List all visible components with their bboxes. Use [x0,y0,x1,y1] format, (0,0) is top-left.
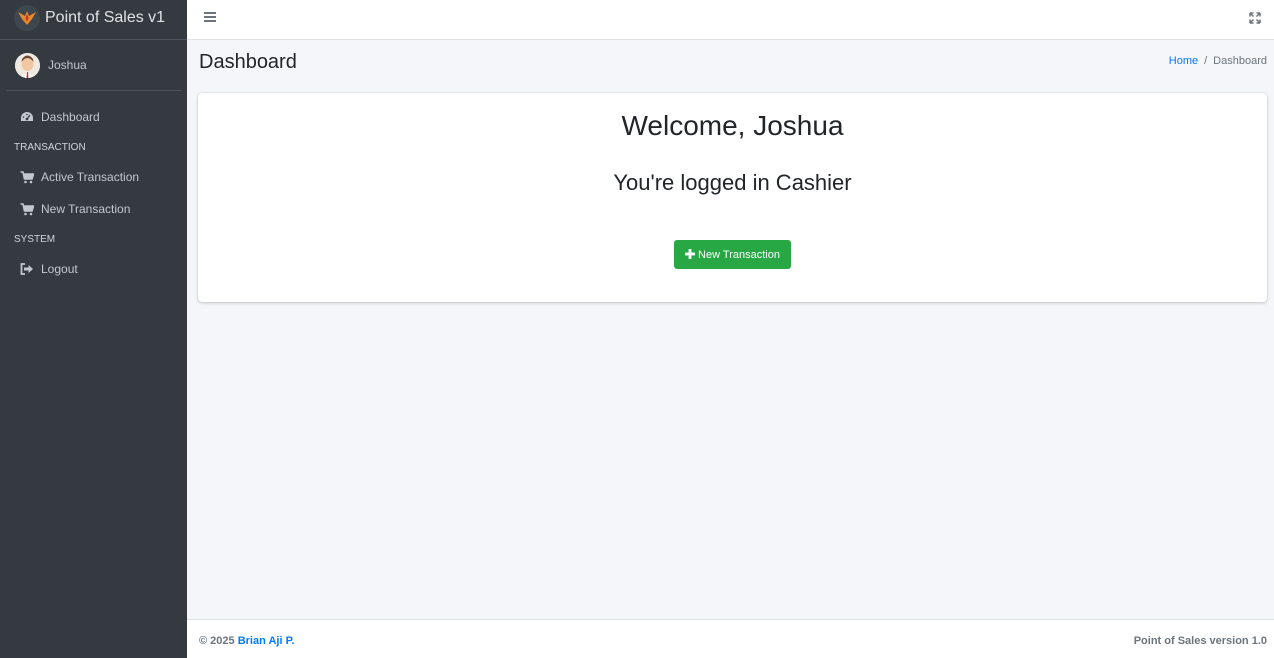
sidebar-item-label: Active Transaction [41,170,140,184]
new-transaction-button-label: New Transaction [698,248,780,261]
logout-icon [20,262,34,276]
sidebar: Point of Sales v1 Joshua Dashboard TRANS… [0,0,187,658]
plus-icon [685,247,696,262]
avatar [15,52,40,78]
cart-icon [20,170,34,184]
top-navbar [187,0,1274,40]
menu-toggle-icon[interactable] [204,12,216,24]
new-transaction-button[interactable]: New Transaction [674,240,791,269]
footer-version: Point of Sales version 1.0 [1133,635,1267,647]
brand-text: Point of Sales v1 [45,8,166,26]
sidebar-item-label: Logout [41,262,78,276]
sidebar-nav: Dashboard TRANSACTION Active Transaction [0,101,187,285]
sidebar-item-logout[interactable]: Logout [0,253,187,285]
nav-header-system: SYSTEM [14,233,56,245]
dashboard-icon [20,110,34,124]
footer-copyright: © 2025 Brian Aji P. [199,635,295,647]
breadcrumb-current: Dashboard [1213,55,1267,67]
breadcrumb-home-link[interactable]: Home [1169,55,1198,67]
copyright-text: © 2025 [199,635,235,647]
author-link[interactable]: Brian Aji P. [238,635,295,647]
sidebar-item-dashboard[interactable]: Dashboard [0,101,187,133]
page-title: Dashboard [199,51,297,73]
sidebar-item-label: New Transaction [41,202,131,216]
breadcrumb: Home / Dashboard [1169,55,1267,67]
footer: © 2025 Brian Aji P. Point of Sales versi… [187,619,1274,658]
welcome-heading: Welcome, Joshua [621,110,844,141]
brand-logo-icon [14,4,40,31]
fullscreen-icon[interactable] [1249,11,1261,24]
nav-header-transaction: TRANSACTION [14,141,86,153]
sidebar-item-active-transaction[interactable]: Active Transaction [0,161,187,193]
user-panel[interactable]: Joshua [6,40,181,91]
sidebar-item-label: Dashboard [41,110,100,124]
cart-icon [20,202,34,216]
role-text: You're logged in Cashier [613,170,852,195]
breadcrumb-separator: / [1204,55,1208,67]
user-name: Joshua [48,58,87,72]
welcome-card: Welcome, Joshua You're logged in Cashier… [198,93,1267,302]
brand-link[interactable]: Point of Sales v1 [0,0,187,40]
sidebar-item-new-transaction[interactable]: New Transaction [0,193,187,225]
